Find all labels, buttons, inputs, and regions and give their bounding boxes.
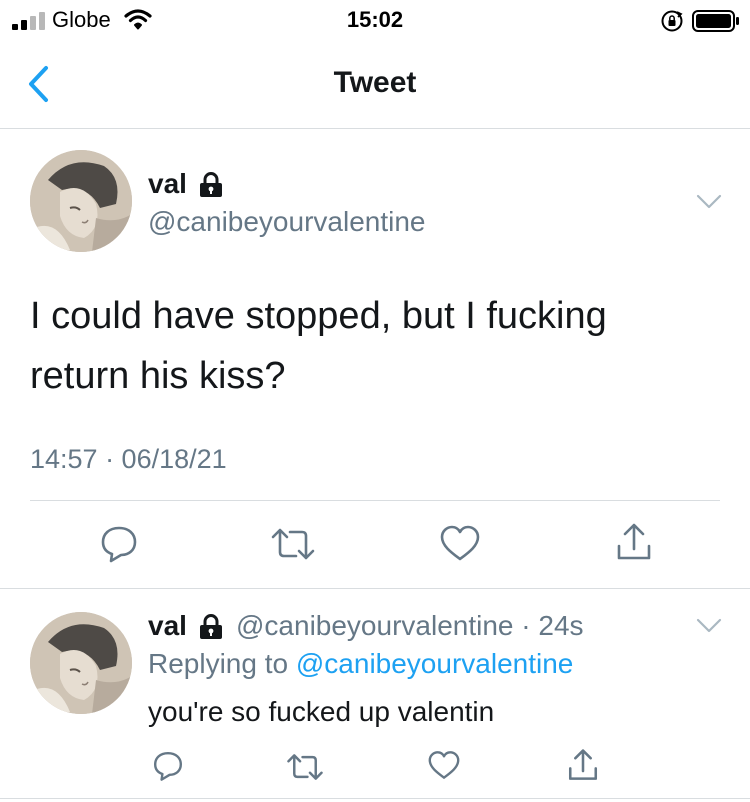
like-icon[interactable] (440, 524, 480, 562)
replying-to-link[interactable]: @canibeyourvalentine (296, 648, 573, 679)
reply-icon[interactable] (152, 750, 184, 782)
divider (30, 500, 720, 501)
chevron-down-icon[interactable] (696, 618, 722, 634)
avatar[interactable] (30, 612, 132, 714)
replying-to-prefix: Replying to (148, 648, 296, 679)
replying-to-line: Replying to @canibeyourvalentine (148, 648, 573, 680)
reply-icon[interactable] (99, 524, 139, 564)
like-icon[interactable] (428, 750, 460, 780)
author-handle[interactable]: @canibeyourvalentine (148, 206, 425, 238)
navigation-bar: Tweet (0, 40, 750, 129)
divider (0, 798, 750, 799)
reply-text: you're so fucked up valentin (148, 696, 495, 727)
reply-handle-time[interactable]: @canibeyourvalentine · 24s (236, 610, 584, 642)
reply-author-name[interactable]: val (148, 610, 187, 642)
lock-icon (200, 614, 222, 639)
retweet-icon[interactable] (286, 752, 324, 782)
author-display-name[interactable]: val (148, 168, 187, 200)
page-title: Tweet (333, 66, 417, 99)
status-time: 15:02 (346, 7, 404, 32)
divider (0, 588, 750, 589)
avatar[interactable] (30, 150, 132, 252)
retweet-icon[interactable] (270, 526, 316, 562)
share-icon[interactable] (614, 522, 654, 562)
status-bar: Globe 15:02 (0, 0, 750, 40)
rotation-lock-icon (661, 10, 683, 32)
battery-icon (692, 10, 739, 32)
share-icon[interactable] (566, 748, 600, 782)
tweet-text: I could have stopped, but I fucking retu… (30, 295, 607, 397)
tweet-timestamp[interactable]: 14:57 · 06/18/21 (30, 444, 227, 475)
lock-icon (200, 172, 222, 197)
chevron-down-icon[interactable] (696, 194, 722, 210)
